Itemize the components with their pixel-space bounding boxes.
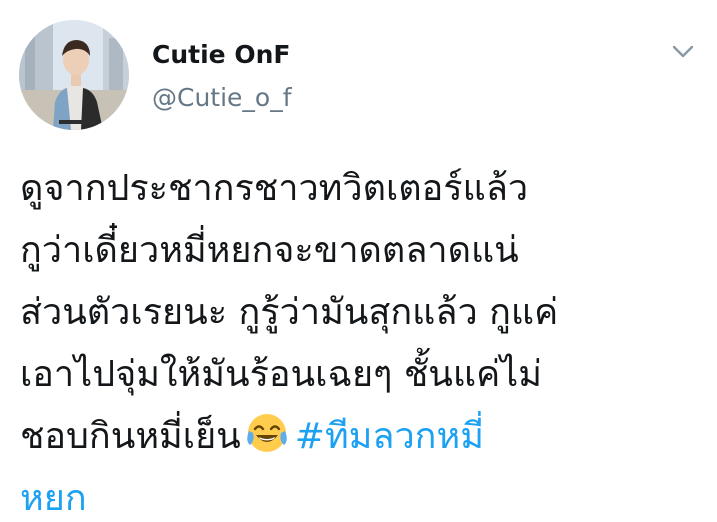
tweet-text-line: ส่วนตัวเรยนะ กูรู้ว่ามันสุกแล้ว กูแค่ xyxy=(20,292,559,333)
tweet-text-line: ดูจากประชากรชาวทวิตเตอร์แล้ว xyxy=(20,168,529,209)
face-with-tears-of-joy-icon xyxy=(247,414,287,452)
tweet-card: Cutie OnF @Cutie_o_f ดูจากประชากรชาวทวิต… xyxy=(0,0,717,522)
tweet-text-line: เอาไปจุ่มให้มันร้อนเฉยๆ ชั้นแค่ไม่ xyxy=(20,354,542,395)
tweet-text-line: กูว่าเดี๋ยวหมี่หยกจะขาดตลาดแน่ xyxy=(20,230,519,271)
tweet-menu-button[interactable] xyxy=(667,40,699,64)
user-handle[interactable]: @Cutie_o_f xyxy=(152,83,292,112)
tweet-text-line-last: ชอบกินหมี่เย็น #ทีมลวกหมี่ xyxy=(20,406,710,468)
chevron-down-icon xyxy=(672,45,694,58)
tweet-text: ดูจากประชากรชาวทวิตเตอร์แล้ว กูว่าเดี๋ยว… xyxy=(20,158,710,522)
hashtag-link[interactable]: #ทีมลวกหมี่ xyxy=(295,416,484,457)
hashtag-link-continued[interactable]: หยก xyxy=(20,478,87,519)
tweet-text-line: หยก xyxy=(20,468,710,522)
profile-photo-icon xyxy=(19,20,129,130)
avatar[interactable] xyxy=(19,20,129,130)
display-name[interactable]: Cutie OnF xyxy=(152,40,290,69)
tweet-text-fragment: ชอบกินหมี่เย็น xyxy=(20,416,241,457)
